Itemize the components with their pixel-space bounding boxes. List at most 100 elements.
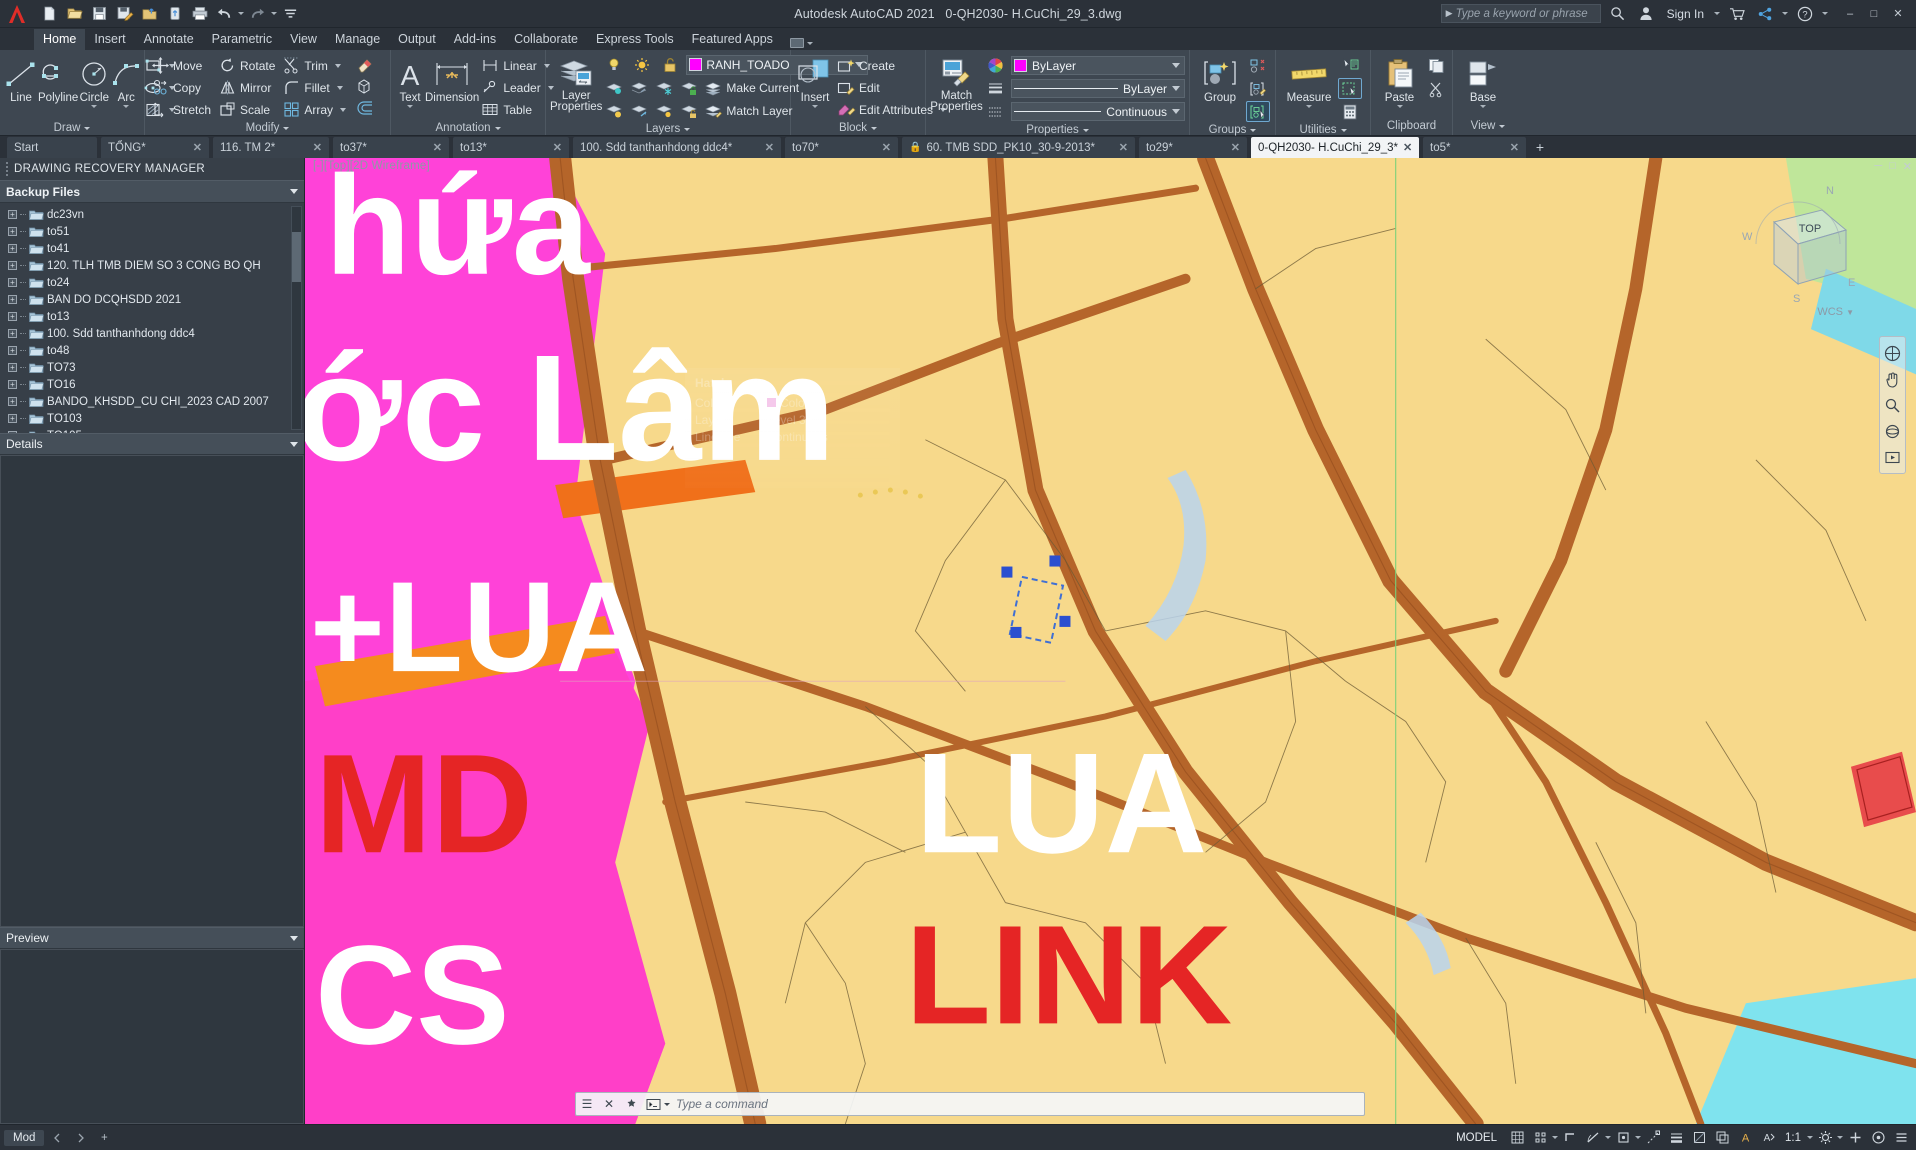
layer-lock-button[interactable] <box>677 77 701 98</box>
expand-icon[interactable]: + <box>8 278 17 287</box>
base-view-dropdown-icon[interactable] <box>1480 105 1486 108</box>
wcs-label[interactable]: WCS ▼ <box>1817 306 1854 318</box>
panel-modify-label[interactable]: Modify <box>145 120 390 137</box>
layout-scroll-right-icon[interactable] <box>70 1127 92 1149</box>
undo-icon[interactable] <box>213 3 236 25</box>
isolate-icon[interactable] <box>1867 1127 1889 1149</box>
tab-insert[interactable]: Insert <box>85 29 134 50</box>
layer-freeze-button[interactable] <box>652 77 676 98</box>
expand-icon[interactable]: + <box>8 261 17 270</box>
panel-annotation-expand-icon[interactable] <box>494 127 501 130</box>
make-current-button[interactable]: Make Current <box>702 77 803 98</box>
close-icon[interactable]: ✕ <box>882 141 891 154</box>
layer-properties-button[interactable]: Layer Properties <box>550 52 602 113</box>
expand-icon[interactable]: + <box>8 363 17 372</box>
modify-stretch-button[interactable]: Stretch <box>149 99 215 120</box>
match-properties-button[interactable]: Match Properties <box>930 52 983 113</box>
panel-block-label[interactable]: Block <box>791 120 925 137</box>
new-document-icon[interactable] <box>38 3 61 25</box>
account-dropdown-icon[interactable] <box>1714 12 1720 15</box>
layer-unlock-button[interactable] <box>677 100 701 121</box>
new-tab-button[interactable]: + <box>1529 136 1551 158</box>
tab-output[interactable]: Output <box>389 29 445 50</box>
tree-scrollbar[interactable] <box>291 206 302 430</box>
sign-in-button[interactable]: Sign In <box>1663 7 1708 21</box>
close-icon[interactable]: ✕ <box>1231 141 1240 154</box>
palette-grip-icon[interactable] <box>6 162 8 176</box>
polar-icon[interactable] <box>1582 1127 1604 1149</box>
lineweight-status-icon[interactable] <box>1665 1127 1687 1149</box>
copy-clip-button[interactable] <box>1424 55 1448 76</box>
annotation-scale-value[interactable]: 1:1 <box>1780 1132 1806 1144</box>
paste-dropdown-icon[interactable] <box>1396 105 1403 108</box>
model-space-indicator[interactable]: MODEL <box>1448 1132 1505 1144</box>
file-tab-to70[interactable]: to70* ✕ <box>784 136 899 158</box>
modify-mirror-button[interactable]: Mirror <box>216 77 279 98</box>
polar-dropdown-icon[interactable] <box>1605 1136 1611 1139</box>
file-tab-tong[interactable]: TỔNG* ✕ <box>100 136 210 158</box>
help-icon[interactable]: ? <box>1794 4 1816 24</box>
close-icon[interactable]: ✕ <box>433 141 442 154</box>
layer-off-button[interactable] <box>627 77 651 98</box>
gear-icon[interactable] <box>1814 1127 1836 1149</box>
linetype-combo-caret-icon[interactable] <box>1172 109 1180 114</box>
share-dropdown-icon[interactable] <box>1782 12 1788 15</box>
panel-properties-label[interactable]: Properties <box>926 122 1189 139</box>
preview-header[interactable]: Preview <box>0 927 304 949</box>
expand-icon[interactable]: + <box>8 227 17 236</box>
backup-files-collapse-icon[interactable] <box>290 189 298 194</box>
modify-explode-button[interactable] <box>353 77 377 98</box>
list-item[interactable]: + 120. TLH TMB DIEM SO 3 CONG BO QH <box>0 257 304 274</box>
command-line[interactable]: ☰ ✕ Type a command <box>575 1092 1365 1116</box>
group-selection-toggle[interactable] <box>1246 101 1270 122</box>
customize-quick-access-icon[interactable] <box>279 3 302 25</box>
linetype-combo[interactable]: Continuous <box>1011 102 1185 121</box>
close-button[interactable]: ✕ <box>1886 2 1910 26</box>
color-wheel-icon[interactable] <box>983 55 1007 76</box>
viewport-minimize-icon[interactable]: ─ <box>1874 160 1882 173</box>
annotation-dimension-button[interactable]: Dimension <box>425 53 479 104</box>
layer-on-off-icon[interactable] <box>602 54 626 75</box>
plus-icon[interactable] <box>1844 1127 1866 1149</box>
list-item[interactable]: + TO105 <box>0 427 304 433</box>
cut-clip-button[interactable] <box>1424 79 1448 100</box>
panel-groups-expand-icon[interactable] <box>1250 129 1257 132</box>
navigation-bar[interactable] <box>1879 336 1906 474</box>
tab-annotate[interactable]: Annotate <box>135 29 203 50</box>
share-icon[interactable] <box>1754 4 1776 24</box>
save-icon[interactable] <box>88 3 111 25</box>
modify-erase-button[interactable] <box>353 55 377 76</box>
text-dropdown-icon[interactable] <box>407 105 413 108</box>
quick-select-button[interactable] <box>1338 55 1362 76</box>
list-item[interactable]: + to13 <box>0 308 304 325</box>
view-cube[interactable]: TOP N W S E <box>1738 185 1858 306</box>
list-item[interactable]: + to51 <box>0 223 304 240</box>
command-close-icon[interactable]: ✕ <box>598 1093 620 1115</box>
snap-icon[interactable] <box>1529 1127 1551 1149</box>
undo-dropdown-icon[interactable] <box>238 12 244 15</box>
tab-manage[interactable]: Manage <box>326 29 389 50</box>
orbit-icon[interactable] <box>1881 418 1904 444</box>
cloud-upload-icon[interactable] <box>163 3 186 25</box>
arc-dropdown-icon[interactable] <box>123 105 130 108</box>
panel-properties-expand-icon[interactable] <box>1082 129 1089 132</box>
panel-layers-label[interactable]: Layers <box>546 121 790 138</box>
annotation-text-button[interactable]: A Text <box>395 53 425 108</box>
layer-on-button[interactable] <box>627 100 651 121</box>
showmotion-icon[interactable] <box>1881 444 1904 470</box>
viewport-control-label[interactable]: [-][Top][2D Wireframe] <box>313 160 430 172</box>
layout-scroll-left-icon[interactable] <box>46 1127 68 1149</box>
close-icon[interactable]: ✕ <box>1510 141 1519 154</box>
draw-circle-button[interactable]: Circle <box>78 53 110 108</box>
expand-icon[interactable]: + <box>8 346 17 355</box>
list-item[interactable]: + TO73 <box>0 359 304 376</box>
tab-express-tools[interactable]: Express Tools <box>587 29 683 50</box>
list-item[interactable]: + to48 <box>0 342 304 359</box>
export-icon[interactable] <box>138 3 161 25</box>
grid-icon[interactable] <box>1506 1127 1528 1149</box>
open-folder-icon[interactable] <box>63 3 86 25</box>
file-tab-100-sdd[interactable]: 100. Sdd tanthanhdong ddc4* ✕ <box>572 136 782 158</box>
object-color-combo[interactable]: ByLayer <box>1011 56 1185 75</box>
full-navigation-wheel-icon[interactable] <box>1881 340 1904 366</box>
fillet-dropdown-icon[interactable] <box>336 85 343 90</box>
